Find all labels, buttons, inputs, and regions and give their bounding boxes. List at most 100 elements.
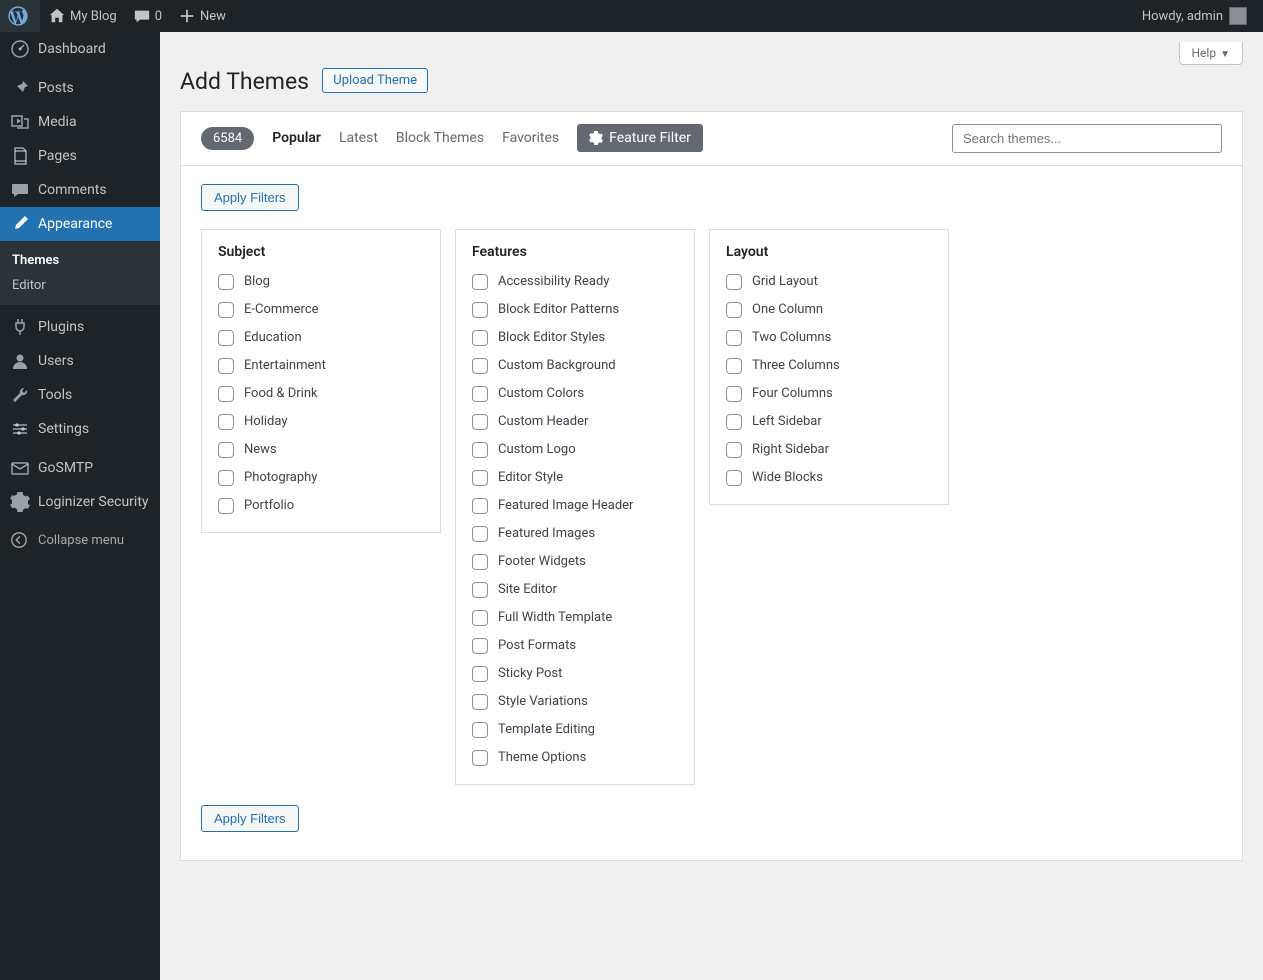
checkbox[interactable] [472, 750, 488, 766]
checkbox[interactable] [472, 386, 488, 402]
checkbox[interactable] [472, 722, 488, 738]
checkbox[interactable] [218, 358, 234, 374]
search-themes-input[interactable] [952, 124, 1222, 153]
sidebar-item-media[interactable]: Media [0, 105, 160, 139]
filter-option[interactable]: Full Width Template [472, 610, 678, 626]
checkbox[interactable] [218, 442, 234, 458]
filter-option[interactable]: Three Columns [726, 358, 932, 374]
checkbox[interactable] [472, 638, 488, 654]
submenu-item-themes[interactable]: Themes [0, 248, 160, 273]
checkbox[interactable] [726, 330, 742, 346]
upload-theme-button[interactable]: Upload Theme [322, 68, 428, 93]
sidebar-item-appearance[interactable]: Appearance [0, 207, 160, 241]
filter-option[interactable]: Blog [218, 274, 424, 290]
sidebar-item-gosmtp[interactable]: GoSMTP [0, 451, 160, 485]
sidebar-item-users[interactable]: Users [0, 344, 160, 378]
tab-popular[interactable]: Popular [272, 130, 321, 146]
filter-option[interactable]: Education [218, 330, 424, 346]
filter-option[interactable]: News [218, 442, 424, 458]
filter-option[interactable]: Grid Layout [726, 274, 932, 290]
filter-option[interactable]: Photography [218, 470, 424, 486]
checkbox[interactable] [472, 302, 488, 318]
sidebar-item-dashboard[interactable]: Dashboard [0, 32, 160, 66]
checkbox[interactable] [726, 274, 742, 290]
comments-link[interactable]: 0 [125, 0, 170, 32]
sidebar-item-tools[interactable]: Tools [0, 378, 160, 412]
new-content[interactable]: New [170, 0, 234, 32]
submenu-item-editor[interactable]: Editor [0, 273, 160, 298]
filter-option[interactable]: Right Sidebar [726, 442, 932, 458]
filter-option[interactable]: Featured Image Header [472, 498, 678, 514]
filter-option[interactable]: Custom Logo [472, 442, 678, 458]
sidebar-item-plugins[interactable]: Plugins [0, 310, 160, 344]
checkbox[interactable] [726, 414, 742, 430]
filter-option[interactable]: Editor Style [472, 470, 678, 486]
checkbox[interactable] [472, 498, 488, 514]
filter-option[interactable]: Template Editing [472, 722, 678, 738]
filter-option[interactable]: Custom Header [472, 414, 678, 430]
checkbox[interactable] [726, 302, 742, 318]
checkbox[interactable] [472, 470, 488, 486]
checkbox[interactable] [218, 470, 234, 486]
sidebar-item-pages[interactable]: Pages [0, 139, 160, 173]
checkbox[interactable] [218, 498, 234, 514]
filter-option[interactable]: Theme Options [472, 750, 678, 766]
checkbox[interactable] [472, 610, 488, 626]
wp-logo[interactable] [0, 0, 40, 32]
tab-block-themes[interactable]: Block Themes [396, 130, 484, 146]
filter-option[interactable]: Food & Drink [218, 386, 424, 402]
filter-option[interactable]: Left Sidebar [726, 414, 932, 430]
collapse-menu[interactable]: Collapse menu [0, 523, 160, 557]
filter-option[interactable]: E-Commerce [218, 302, 424, 318]
checkbox[interactable] [218, 330, 234, 346]
filter-option[interactable]: Site Editor [472, 582, 678, 598]
filter-option[interactable]: Entertainment [218, 358, 424, 374]
checkbox[interactable] [472, 694, 488, 710]
checkbox[interactable] [218, 414, 234, 430]
feature-filter-button[interactable]: Feature Filter [577, 124, 703, 152]
checkbox[interactable] [472, 666, 488, 682]
site-home[interactable]: My Blog [40, 0, 125, 32]
checkbox[interactable] [726, 442, 742, 458]
checkbox[interactable] [472, 414, 488, 430]
filter-option[interactable]: Footer Widgets [472, 554, 678, 570]
checkbox[interactable] [726, 358, 742, 374]
checkbox[interactable] [472, 582, 488, 598]
filter-option[interactable]: Block Editor Styles [472, 330, 678, 346]
filter-option[interactable]: Accessibility Ready [472, 274, 678, 290]
checkbox[interactable] [726, 470, 742, 486]
checkbox[interactable] [218, 302, 234, 318]
filter-option[interactable]: Custom Colors [472, 386, 678, 402]
checkbox[interactable] [472, 526, 488, 542]
filter-option[interactable]: Wide Blocks [726, 470, 932, 486]
filter-option[interactable]: Style Variations [472, 694, 678, 710]
filter-option[interactable]: One Column [726, 302, 932, 318]
filter-option[interactable]: Block Editor Patterns [472, 302, 678, 318]
tab-favorites[interactable]: Favorites [502, 130, 559, 146]
sidebar-item-comments[interactable]: Comments [0, 173, 160, 207]
filter-option[interactable]: Portfolio [218, 498, 424, 514]
tab-latest[interactable]: Latest [339, 130, 378, 146]
sidebar-item-loginizer-security[interactable]: Loginizer Security [0, 485, 160, 519]
sidebar-item-settings[interactable]: Settings [0, 412, 160, 446]
filter-option[interactable]: Post Formats [472, 638, 678, 654]
checkbox[interactable] [472, 330, 488, 346]
account-menu[interactable]: Howdy, admin [1134, 0, 1255, 32]
filter-option[interactable]: Two Columns [726, 330, 932, 346]
checkbox[interactable] [218, 274, 234, 290]
apply-filters-button-bottom[interactable]: Apply Filters [201, 805, 299, 832]
checkbox[interactable] [472, 358, 488, 374]
sidebar-item-posts[interactable]: Posts [0, 71, 160, 105]
checkbox[interactable] [726, 386, 742, 402]
filter-option[interactable]: Four Columns [726, 386, 932, 402]
filter-option[interactable]: Sticky Post [472, 666, 678, 682]
checkbox[interactable] [472, 554, 488, 570]
filter-option[interactable]: Custom Background [472, 358, 678, 374]
checkbox[interactable] [472, 274, 488, 290]
help-tab[interactable]: Help▼ [1179, 42, 1244, 65]
apply-filters-button-top[interactable]: Apply Filters [201, 184, 299, 211]
checkbox[interactable] [472, 442, 488, 458]
filter-option[interactable]: Holiday [218, 414, 424, 430]
filter-option[interactable]: Featured Images [472, 526, 678, 542]
checkbox[interactable] [218, 386, 234, 402]
